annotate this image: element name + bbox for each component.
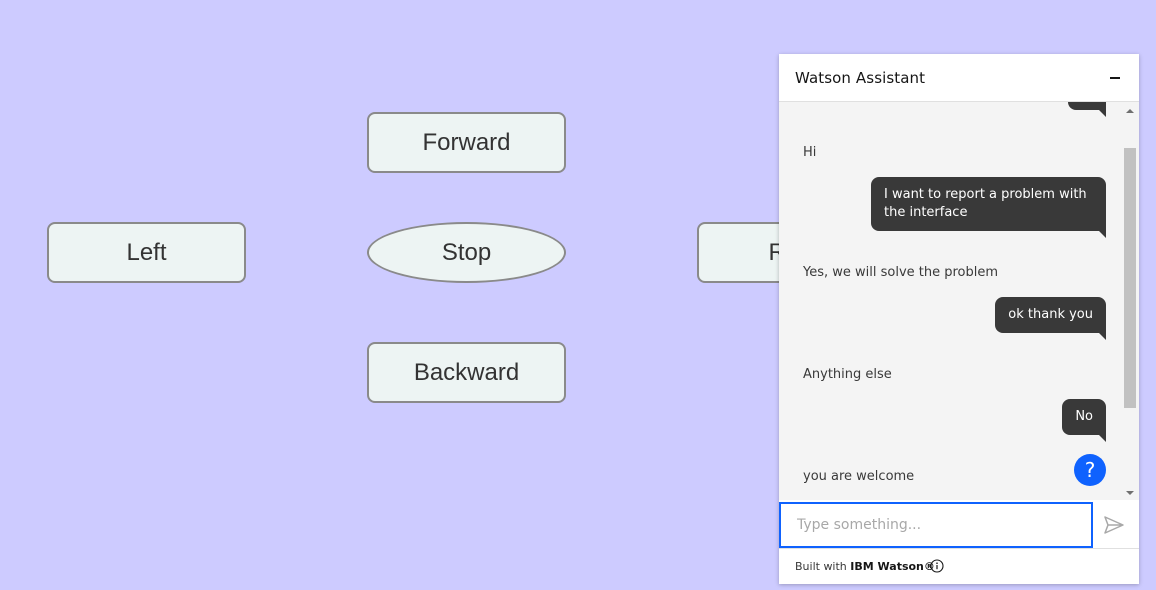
message-input[interactable]: [779, 502, 1093, 548]
user-message-partial: [1068, 102, 1106, 117]
help-icon[interactable]: ?: [1074, 454, 1106, 486]
chat-header: Watson Assistant: [779, 54, 1139, 102]
scroll-thumb[interactable]: [1124, 148, 1136, 408]
user-message: ok thank you: [995, 297, 1106, 340]
scrollbar[interactable]: [1123, 102, 1137, 500]
composer: [779, 500, 1139, 548]
send-icon[interactable]: [1103, 514, 1125, 536]
left-button[interactable]: Left: [47, 222, 246, 283]
chat-footer: Built with IBM Watson®: [779, 548, 1139, 584]
minimize-icon[interactable]: [1105, 68, 1125, 88]
bot-message: Hi: [803, 145, 817, 160]
forward-button[interactable]: Forward: [367, 112, 566, 173]
bot-message: Anything else: [803, 367, 892, 382]
message-list[interactable]: Hi I want to report a problem with the i…: [779, 102, 1139, 500]
built-with-text: Built with IBM Watson®: [795, 560, 935, 573]
chat-widget: Watson Assistant Hi I want to report a p…: [779, 54, 1139, 584]
info-icon[interactable]: [930, 559, 944, 573]
chat-title: Watson Assistant: [795, 69, 926, 87]
user-message: I want to report a problem with the inte…: [871, 177, 1106, 238]
robot-control-page: Forward Left Stop Right Backward Watson …: [0, 0, 1156, 590]
bot-message: you are welcome: [803, 469, 915, 484]
backward-button[interactable]: Backward: [367, 342, 566, 403]
scroll-up-icon[interactable]: [1126, 109, 1134, 113]
bot-message: Yes, we will solve the problem: [803, 265, 999, 280]
brand-label: IBM Watson®: [850, 560, 935, 573]
user-message: No: [1062, 399, 1106, 442]
built-with-label: Built with: [795, 560, 847, 573]
stop-button[interactable]: Stop: [367, 222, 566, 283]
scroll-down-icon[interactable]: [1126, 491, 1134, 495]
